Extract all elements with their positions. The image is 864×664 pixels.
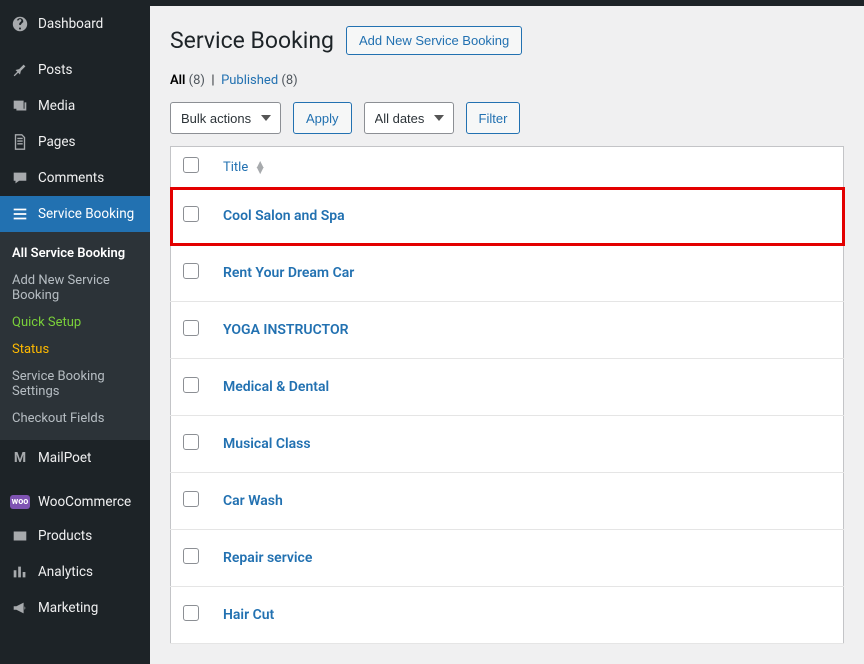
table-row: YOGA INSTRUCTOR (171, 302, 844, 359)
title-column-header[interactable]: Title ▲▼ (211, 147, 844, 188)
filter-all-link[interactable]: All (170, 73, 185, 88)
dashboard-icon (10, 14, 30, 34)
page-icon (10, 132, 30, 152)
sidebar-item-posts[interactable]: Posts (0, 52, 150, 88)
row-checkbox[interactable] (183, 377, 199, 393)
row-title-link[interactable]: Hair Cut (223, 607, 274, 623)
sidebar-label: Pages (38, 134, 76, 150)
table-row: Car Wash (171, 473, 844, 530)
row-title-link[interactable]: Medical & Dental (223, 379, 329, 395)
bookings-table: Title ▲▼ Cool Salon and Spa Rent Your (170, 146, 844, 644)
row-title-link[interactable]: Repair service (223, 550, 312, 566)
select-all-checkbox[interactable] (183, 157, 199, 173)
row-checkbox[interactable] (183, 491, 199, 507)
sidebar-label: Dashboard (38, 16, 103, 32)
sidebar-label: Posts (38, 62, 72, 78)
analytics-icon (10, 562, 30, 582)
sidebar-item-marketing[interactable]: Marketing (0, 590, 150, 626)
media-icon (10, 96, 30, 116)
submenu-item-add-new[interactable]: Add New Service Booking (0, 267, 150, 309)
add-new-button[interactable]: Add New Service Booking (346, 26, 522, 55)
filter-button[interactable]: Filter (466, 102, 521, 134)
sidebar-item-products[interactable]: Products (0, 518, 150, 554)
table-row: Cool Salon and Spa (171, 188, 844, 245)
date-filter-wrap: All dates (364, 102, 454, 134)
sidebar-item-mailpoet[interactable]: M MailPoet (0, 440, 150, 476)
main-content: Service Booking Add New Service Booking … (150, 6, 864, 664)
table-row: Repair service (171, 530, 844, 587)
sidebar-label: WooCommerce (38, 494, 131, 510)
sidebar-item-analytics[interactable]: Analytics (0, 554, 150, 590)
table-row: Rent Your Dream Car (171, 245, 844, 302)
filter-published-label: Published (221, 73, 278, 88)
submenu-item-all[interactable]: All Service Booking (0, 240, 150, 267)
bulk-actions-wrap: Bulk actions (170, 102, 281, 134)
submenu-item-quick-setup[interactable]: Quick Setup (0, 309, 150, 336)
sidebar-label: Marketing (38, 600, 98, 616)
woocommerce-icon: woo (10, 495, 30, 509)
sidebar-item-woocommerce[interactable]: woo WooCommerce (0, 486, 150, 518)
table-row: Medical & Dental (171, 359, 844, 416)
sort-icon: ▲▼ (254, 161, 266, 173)
date-filter-select[interactable]: All dates (364, 102, 454, 134)
sidebar-item-dashboard[interactable]: Dashboard (0, 6, 150, 42)
status-filter-links: All (8) | Published (8) (170, 73, 844, 88)
list-icon (10, 204, 30, 224)
filter-published-link[interactable]: Published (221, 73, 278, 88)
filter-all-count: (8) (189, 73, 205, 88)
select-all-header (171, 147, 212, 188)
sidebar-item-comments[interactable]: Comments (0, 160, 150, 196)
layout: Dashboard Posts Media Pages Comments (0, 6, 864, 664)
row-title-link[interactable]: Cool Salon and Spa (223, 208, 345, 224)
row-checkbox[interactable] (183, 434, 199, 450)
sidebar-item-service-booking[interactable]: Service Booking (0, 196, 150, 232)
row-checkbox[interactable] (183, 206, 199, 222)
submenu-item-checkout-fields[interactable]: Checkout Fields (0, 405, 150, 432)
row-title-link[interactable]: Rent Your Dream Car (223, 265, 354, 281)
sidebar-item-media[interactable]: Media (0, 88, 150, 124)
sidebar-item-pages[interactable]: Pages (0, 124, 150, 160)
row-title-link[interactable]: YOGA INSTRUCTOR (223, 322, 349, 338)
filter-separator: | (211, 73, 214, 88)
sidebar-label: Service Booking (38, 206, 134, 222)
page-title: Service Booking (170, 27, 334, 54)
bulk-actions-select[interactable]: Bulk actions (170, 102, 281, 134)
admin-sidebar: Dashboard Posts Media Pages Comments (0, 6, 150, 664)
submenu: All Service Booking Add New Service Book… (0, 232, 150, 440)
row-title-link[interactable]: Car Wash (223, 493, 283, 509)
sidebar-label: Media (38, 98, 75, 114)
table-row: Musical Class (171, 416, 844, 473)
sidebar-label: Products (38, 528, 92, 544)
heading-row: Service Booking Add New Service Booking (170, 26, 844, 55)
comment-icon (10, 168, 30, 188)
row-checkbox[interactable] (183, 320, 199, 336)
pin-icon (10, 60, 30, 80)
submenu-item-settings[interactable]: Service Booking Settings (0, 363, 150, 405)
title-column-label: Title (223, 160, 248, 175)
sidebar-label: Comments (38, 170, 104, 186)
row-checkbox[interactable] (183, 605, 199, 621)
row-title-link[interactable]: Musical Class (223, 436, 311, 452)
filter-published-count: (8) (281, 73, 297, 88)
submenu-item-status[interactable]: Status (0, 336, 150, 363)
row-checkbox[interactable] (183, 548, 199, 564)
tablenav-top: Bulk actions Apply All dates Filter (170, 102, 844, 134)
sidebar-label: Analytics (38, 564, 93, 580)
apply-button[interactable]: Apply (293, 102, 352, 134)
products-icon (10, 526, 30, 546)
row-checkbox[interactable] (183, 263, 199, 279)
table-row: Hair Cut (171, 587, 844, 644)
filter-all-label: All (170, 73, 185, 88)
megaphone-icon (10, 598, 30, 618)
sidebar-label: MailPoet (38, 450, 91, 466)
mailpoet-icon: M (10, 448, 30, 468)
